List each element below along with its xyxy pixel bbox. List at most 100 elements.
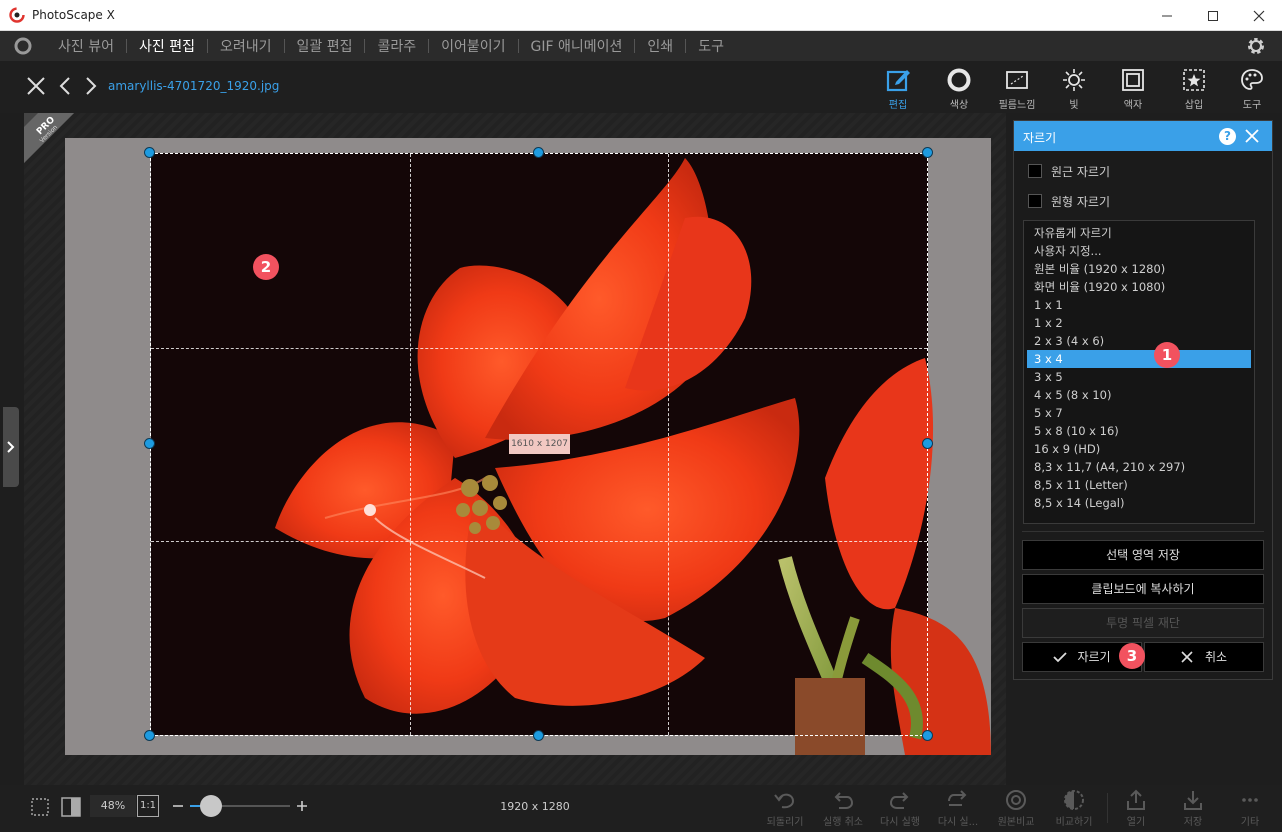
ratio-option[interactable]: 1 x 1: [1027, 296, 1251, 314]
checkbox-label: 원근 자르기: [1051, 164, 1111, 179]
crop-handle-top[interactable]: [533, 147, 544, 158]
zoom-level[interactable]: 48%: [90, 795, 136, 817]
tab-batch-edit[interactable]: 일괄 편집: [285, 36, 365, 56]
tab-cut-out[interactable]: 오려내기: [208, 36, 284, 56]
crop-handle-bottom-right[interactable]: [922, 730, 933, 741]
more-dots-icon: [1242, 798, 1258, 802]
compare-split-icon[interactable]: [61, 797, 81, 817]
app-title: PhotoScape X: [32, 8, 115, 22]
zoom-out-icon[interactable]: [172, 800, 184, 812]
tab-tools[interactable]: 도구: [686, 36, 736, 56]
crop-handle-top-right[interactable]: [922, 147, 933, 158]
light-sun-icon: [1063, 69, 1085, 91]
tool-light[interactable]: 빛: [1046, 67, 1102, 111]
gear-icon[interactable]: [1246, 36, 1266, 56]
undo-icon: [834, 792, 854, 809]
perspective-crop-checkbox[interactable]: 원근 자르기: [1028, 162, 1110, 180]
tool-frame[interactable]: 액자: [1105, 67, 1161, 111]
revert-icon: [774, 793, 795, 809]
crop-handle-left[interactable]: [144, 438, 155, 449]
tool-insert[interactable]: 삽입: [1166, 67, 1222, 111]
zoom-slider-thumb[interactable]: [200, 795, 222, 817]
tool-film[interactable]: 필름느낌: [989, 67, 1045, 111]
checkbox-box[interactable]: [1028, 194, 1042, 208]
app-logo-icon: [9, 7, 25, 23]
crop-handle-bottom-left[interactable]: [144, 730, 155, 741]
tab-combine[interactable]: 이어붙이기: [429, 36, 517, 56]
tool-color[interactable]: 색상: [931, 67, 987, 111]
ratio-option[interactable]: 16 x 9 (HD): [1027, 440, 1251, 458]
expand-sidebar-button[interactable]: [3, 407, 19, 487]
crop-ratio-list[interactable]: 자유롭게 자르기 사용자 지정... 원본 비율 (1920 x 1280) 화…: [1023, 220, 1255, 524]
crop-grid-line: [151, 541, 927, 543]
tab-gif-animation[interactable]: GIF 애니메이션: [519, 36, 635, 56]
compare-button[interactable]: 비교하기: [1046, 789, 1102, 828]
crop-panel-title: 자르기: [1023, 131, 1057, 145]
crop-handle-top-left[interactable]: [144, 147, 155, 158]
crop-handle-bottom[interactable]: [533, 730, 544, 741]
annotation-badge: 1: [1154, 342, 1180, 368]
redo-button[interactable]: 다시 실행: [872, 789, 928, 828]
ratio-option[interactable]: 화면 비율 (1920 x 1080): [1027, 278, 1251, 296]
crop-cancel-button[interactable]: 취소: [1144, 642, 1264, 672]
next-image-icon[interactable]: [84, 76, 98, 96]
tool-edit[interactable]: 편집: [870, 67, 926, 111]
ratio-option[interactable]: 5 x 7: [1027, 404, 1251, 422]
ratio-option[interactable]: 1 x 2: [1027, 314, 1251, 332]
bottom-action-label: 비교하기: [1055, 817, 1093, 828]
close-icon[interactable]: [1245, 129, 1259, 143]
ratio-option[interactable]: 2 x 3 (4 x 6): [1027, 332, 1251, 350]
image-dimensions: 1920 x 1280: [500, 800, 570, 813]
tab-photo-editor[interactable]: 사진 편집: [127, 36, 207, 56]
tool-label: 편집: [888, 100, 908, 111]
ratio-option[interactable]: 자유롭게 자르기: [1027, 224, 1251, 242]
zoom-in-icon[interactable]: [296, 800, 308, 812]
selection-grid-icon[interactable]: [30, 797, 50, 817]
tool-label: 필름느낌: [998, 100, 1036, 111]
crop-handle-right[interactable]: [922, 438, 933, 449]
save-download-icon: [1184, 791, 1202, 810]
save-selection-button[interactable]: 선택 영역 저장: [1022, 540, 1264, 570]
share-open-icon: [1127, 789, 1145, 810]
maximize-icon: [1208, 10, 1218, 21]
ratio-option-selected[interactable]: 3 x 4: [1027, 350, 1251, 368]
ratio-option[interactable]: 5 x 8 (10 x 16): [1027, 422, 1251, 440]
checkbox-box[interactable]: [1028, 164, 1042, 178]
close-window-button[interactable]: [1236, 0, 1282, 31]
tool-tools[interactable]: 도구: [1224, 67, 1280, 111]
photoscape-home-icon[interactable]: [13, 37, 33, 55]
minimize-icon: [1162, 15, 1172, 16]
previous-image-icon[interactable]: [58, 76, 72, 96]
undo-button[interactable]: 실행 취소: [815, 789, 871, 828]
open-button[interactable]: 열기: [1108, 789, 1164, 828]
ratio-option[interactable]: 원본 비율 (1920 x 1280): [1027, 260, 1251, 278]
more-button[interactable]: 기타: [1222, 789, 1278, 828]
help-icon[interactable]: ?: [1219, 128, 1236, 145]
crop-cancel-label: 취소: [1204, 650, 1228, 664]
tab-print[interactable]: 인쇄: [635, 36, 685, 56]
minimize-button[interactable]: [1144, 0, 1190, 31]
ratio-option[interactable]: 8,5 x 11 (Letter): [1027, 476, 1251, 494]
ratio-option[interactable]: 사용자 지정...: [1027, 242, 1251, 260]
save-button[interactable]: 저장: [1165, 789, 1221, 828]
ratio-option[interactable]: 3 x 5: [1027, 368, 1251, 386]
revert-button[interactable]: 되돌리기: [757, 789, 813, 828]
ratio-option[interactable]: 4 x 5 (8 x 10): [1027, 386, 1251, 404]
tab-collage[interactable]: 콜라주: [365, 36, 428, 56]
copy-to-clipboard-button[interactable]: 클립보드에 복사하기: [1022, 574, 1264, 604]
close-image-icon[interactable]: [27, 77, 45, 95]
repeat-button[interactable]: 다시 실...: [930, 789, 986, 828]
actual-size-button[interactable]: 1:1: [137, 795, 159, 817]
ratio-option[interactable]: 8,5 x 14 (Legal): [1027, 494, 1251, 512]
tool-label: 도구: [1242, 100, 1262, 111]
show-original-button[interactable]: 원본비교: [988, 789, 1044, 828]
crop-panel-header: 자르기 ?: [1014, 121, 1272, 151]
circle-crop-checkbox[interactable]: 원형 자르기: [1028, 192, 1110, 210]
tab-photo-viewer[interactable]: 사진 뷰어: [46, 36, 126, 56]
menu-tabs: 사진 뷰어 사진 편집 오려내기 일괄 편집 콜라주 이어붙이기 GIF 애니메…: [46, 31, 736, 61]
close-icon: [1253, 10, 1265, 21]
trim-transparent-button[interactable]: 투명 픽셀 재단: [1022, 608, 1264, 638]
ratio-option[interactable]: 8,3 x 11,7 (A4, 210 x 297): [1027, 458, 1251, 476]
bottom-action-label: 기타: [1240, 817, 1260, 828]
maximize-button[interactable]: [1190, 0, 1236, 31]
